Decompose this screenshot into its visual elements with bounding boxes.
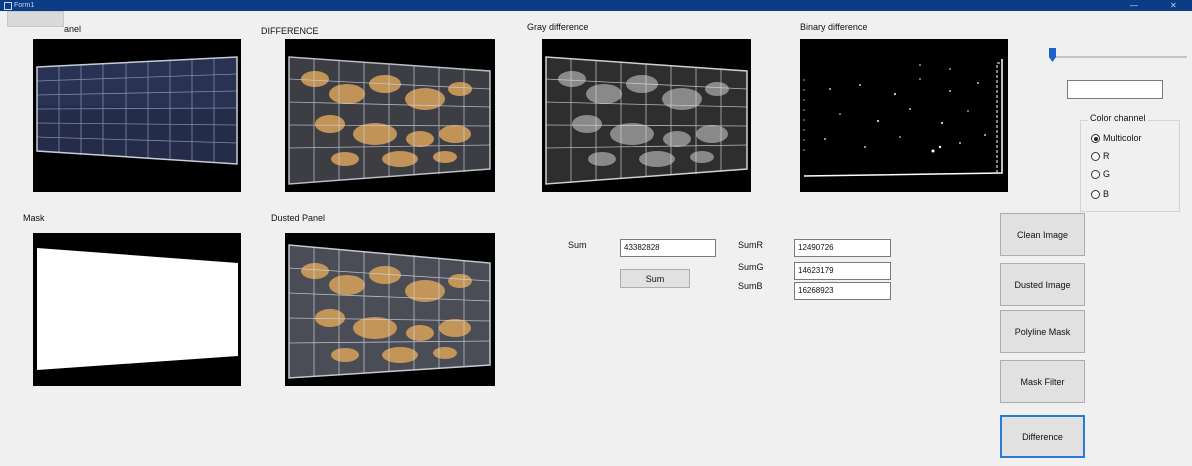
dusted-panel-label: Dusted Panel <box>271 213 326 223</box>
sumr-field[interactable]: 12490726 <box>794 239 891 257</box>
binary-difference-label: Binary difference <box>800 22 868 32</box>
radio-selected-icon[interactable] <box>1091 134 1100 143</box>
sumb-label: SumB <box>738 281 763 291</box>
clean-image-button[interactable]: Clean Image <box>1000 213 1085 256</box>
binary-difference-image <box>800 39 1008 192</box>
radio-empty-icon[interactable] <box>1091 170 1100 179</box>
difference-label: DIFFERENCE <box>261 26 319 36</box>
radio-empty-icon[interactable] <box>1091 190 1100 199</box>
dusted-panel-image <box>285 233 495 386</box>
sum-label: Sum <box>568 240 587 250</box>
title-bar: Form1 — ✕ <box>0 0 1192 11</box>
mask-filter-button[interactable]: Mask Filter <box>1000 360 1085 403</box>
threshold-field[interactable] <box>1067 80 1163 99</box>
color-channel-legend: Color channel <box>1088 113 1148 123</box>
sum-field[interactable]: 43382828 <box>620 239 716 257</box>
sumr-label: SumR <box>738 240 764 250</box>
radio-multicolor-label[interactable]: Multicolor <box>1103 133 1142 143</box>
difference-button[interactable]: Difference <box>1000 415 1085 458</box>
difference-image <box>285 39 495 192</box>
mask-label: Mask <box>23 213 45 223</box>
radio-r-label[interactable]: R <box>1103 151 1110 161</box>
sumb-field[interactable]: 16268923 <box>794 282 891 300</box>
gray-difference-label: Gray difference <box>527 22 589 32</box>
mask-image <box>33 233 241 386</box>
dusted-image-button[interactable]: Dusted Image <box>1000 263 1085 306</box>
radio-empty-icon[interactable] <box>1091 152 1100 161</box>
threshold-slider-track[interactable] <box>1051 56 1187 58</box>
polyline-mask-button[interactable]: Polyline Mask <box>1000 310 1085 353</box>
gray-difference-image <box>542 39 751 192</box>
overlay-panel <box>7 11 64 27</box>
clean-panel-label: anel <box>64 24 82 34</box>
close-icon[interactable]: ✕ <box>1170 0 1177 11</box>
sumg-label: SumG <box>738 262 764 272</box>
radio-b-label[interactable]: B <box>1103 189 1109 199</box>
minimize-icon[interactable]: — <box>1130 0 1138 11</box>
clean-panel-image <box>33 39 241 192</box>
threshold-slider-thumb[interactable] <box>1049 48 1056 62</box>
app-icon <box>4 2 12 10</box>
window-title: Form1 <box>14 2 35 9</box>
sum-button[interactable]: Sum <box>620 269 690 288</box>
radio-g-label[interactable]: G <box>1103 169 1110 179</box>
sumg-field[interactable]: 14623179 <box>794 262 891 280</box>
